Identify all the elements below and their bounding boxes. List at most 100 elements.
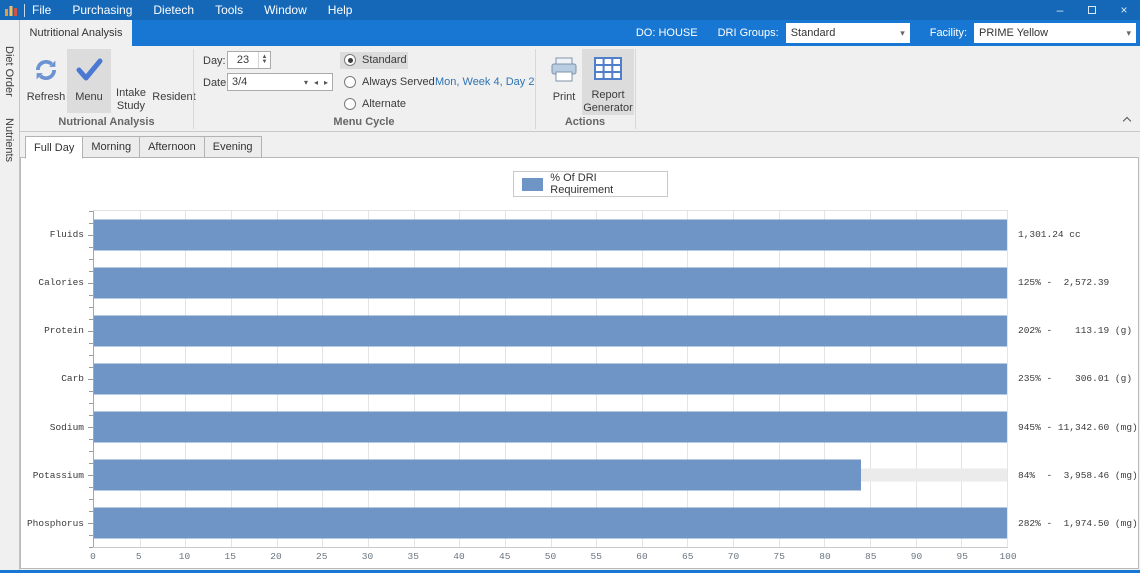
x-tick-label: 45 <box>499 551 511 562</box>
refresh-icon <box>31 49 61 91</box>
menu-window[interactable]: Window <box>264 3 307 17</box>
bar-carb[interactable] <box>94 363 1007 395</box>
chart-legend: % Of DRI Requirement <box>513 171 668 197</box>
bar-row <box>94 211 1007 259</box>
next-day-icon[interactable]: ▸ <box>324 78 328 87</box>
y-tick <box>89 307 93 308</box>
minimize-button-icon[interactable]: – <box>1044 0 1076 20</box>
day-value: 23 <box>236 54 250 66</box>
bar-row <box>94 307 1007 355</box>
x-tick-label: 100 <box>999 551 1017 562</box>
y-tick <box>89 451 93 452</box>
chevron-down-icon[interactable]: ▾ <box>304 78 308 87</box>
x-tick-label: 80 <box>819 551 831 562</box>
x-tick-label: 50 <box>544 551 557 562</box>
radio-standard[interactable]: Standard <box>344 54 407 66</box>
y-tick <box>89 343 93 344</box>
bar-calories[interactable] <box>94 267 1007 299</box>
side-tab-diet-order[interactable]: Diet Order <box>3 46 15 97</box>
ribbon-tab-nutritional-analysis[interactable]: Nutritional Analysis <box>20 20 132 46</box>
radio-standard-label: Standard <box>362 54 407 66</box>
date-label: Date: <box>203 77 230 89</box>
print-button[interactable]: Print <box>544 49 584 113</box>
y-tick <box>89 355 93 356</box>
close-button-icon[interactable]: × <box>1108 0 1140 20</box>
app-window: File Purchasing Dietech Tools Window Hel… <box>0 0 1140 573</box>
dri-groups-value: Standard <box>790 27 836 39</box>
y-tick <box>89 295 93 296</box>
bar-sodium[interactable] <box>94 411 1007 443</box>
titlebar-separator <box>24 3 25 17</box>
category-label: Calories <box>38 276 84 288</box>
dri-groups-select[interactable]: Standard ▾ <box>785 23 910 43</box>
menu-purchasing[interactable]: Purchasing <box>72 3 132 17</box>
x-tick-label: 15 <box>224 551 236 562</box>
spinner-arrows-icon[interactable]: ▲ ▼ <box>258 52 270 68</box>
print-label: Print <box>552 91 576 103</box>
bar-fluids[interactable] <box>94 219 1007 251</box>
menu-dietech[interactable]: Dietech <box>153 3 194 17</box>
group-label-nutritional-analysis: Nutrional Analysis <box>58 116 155 128</box>
y-tick <box>89 415 93 416</box>
x-tick-label: 60 <box>636 551 648 562</box>
collapse-ribbon-icon[interactable] <box>1122 116 1132 126</box>
ribbon-group-separator <box>635 49 636 129</box>
tab-afternoon[interactable]: Afternoon <box>140 136 205 158</box>
x-tick-label: 40 <box>453 551 465 562</box>
y-tick <box>89 211 93 212</box>
y-tick <box>89 438 93 440</box>
y-tick <box>89 391 93 392</box>
x-tick-label: 0 <box>90 551 96 562</box>
y-tick <box>88 522 93 524</box>
x-tick-label: 35 <box>407 551 419 562</box>
report-generator-label: Report Generator <box>583 89 633 114</box>
bar-potassium[interactable] <box>94 459 861 491</box>
report-generator-button[interactable]: Report Generator <box>582 49 634 115</box>
x-tick-label: 20 <box>270 551 282 562</box>
tab-evening[interactable]: Evening <box>204 136 262 158</box>
refresh-button[interactable]: Refresh <box>25 49 67 113</box>
intake-study-button[interactable]: Intake Study <box>111 49 151 113</box>
y-tick <box>89 547 93 548</box>
day-stepper[interactable]: 23 ▲ ▼ <box>227 51 271 69</box>
y-tick <box>89 366 93 368</box>
bar-phosphorus[interactable] <box>94 507 1007 539</box>
y-tick <box>88 379 93 380</box>
y-tick <box>89 487 93 488</box>
tab-full-day[interactable]: Full Day <box>25 136 84 159</box>
view-tabs: Full Day Morning Afternoon Evening <box>25 136 262 159</box>
menu-button-label: Menu <box>75 91 103 103</box>
value-label: 282% - 1,974.50 (mg) <box>1018 518 1138 530</box>
prev-day-icon[interactable]: ◂ <box>314 78 318 87</box>
x-tick-label: 10 <box>178 551 191 562</box>
y-tick <box>88 331 93 332</box>
value-label: 235% - 306.01 (g) <box>1018 373 1133 385</box>
date-combo[interactable]: 3/4 ▾ ◂ ▸ <box>227 73 333 91</box>
tab-morning[interactable]: Morning <box>83 136 141 158</box>
restore-button-icon[interactable] <box>1076 0 1108 20</box>
facility-select[interactable]: PRIME Yellow ▾ <box>974 23 1136 43</box>
category-labels: Fluids Calories Protein Carb Sodium Potassium… <box>20 210 86 548</box>
resident-button[interactable]: Resident <box>151 49 197 113</box>
radio-button-icon <box>344 54 356 66</box>
x-tick-label: 75 <box>773 551 785 562</box>
menu-tools[interactable]: Tools <box>215 3 243 17</box>
menu-help[interactable]: Help <box>328 3 353 17</box>
menu-file[interactable]: File <box>32 3 51 17</box>
bar-protein[interactable] <box>94 315 1007 347</box>
side-tab-nutrients[interactable]: Nutrients <box>3 118 15 162</box>
resident-label: Resident <box>152 91 196 103</box>
y-tick <box>89 499 93 500</box>
day-label: Day: <box>203 55 226 67</box>
radio-alternate[interactable]: Alternate <box>344 98 406 110</box>
menu-bar: File Purchasing Dietech Tools Window Hel… <box>32 3 352 17</box>
y-tick <box>89 511 93 512</box>
value-label: 125% - 2,572.39 <box>1018 276 1110 288</box>
ribbon: Refresh Menu Intake Study Resident Nutri… <box>20 46 1140 132</box>
radio-always-served[interactable]: Always Served <box>344 76 435 88</box>
category-label: Phosphorus <box>26 518 84 530</box>
x-tick-label: 65 <box>682 551 694 562</box>
do-house-label: DO: HOUSE <box>635 27 698 39</box>
menu-button[interactable]: Menu <box>67 49 111 113</box>
y-tick <box>89 535 93 536</box>
